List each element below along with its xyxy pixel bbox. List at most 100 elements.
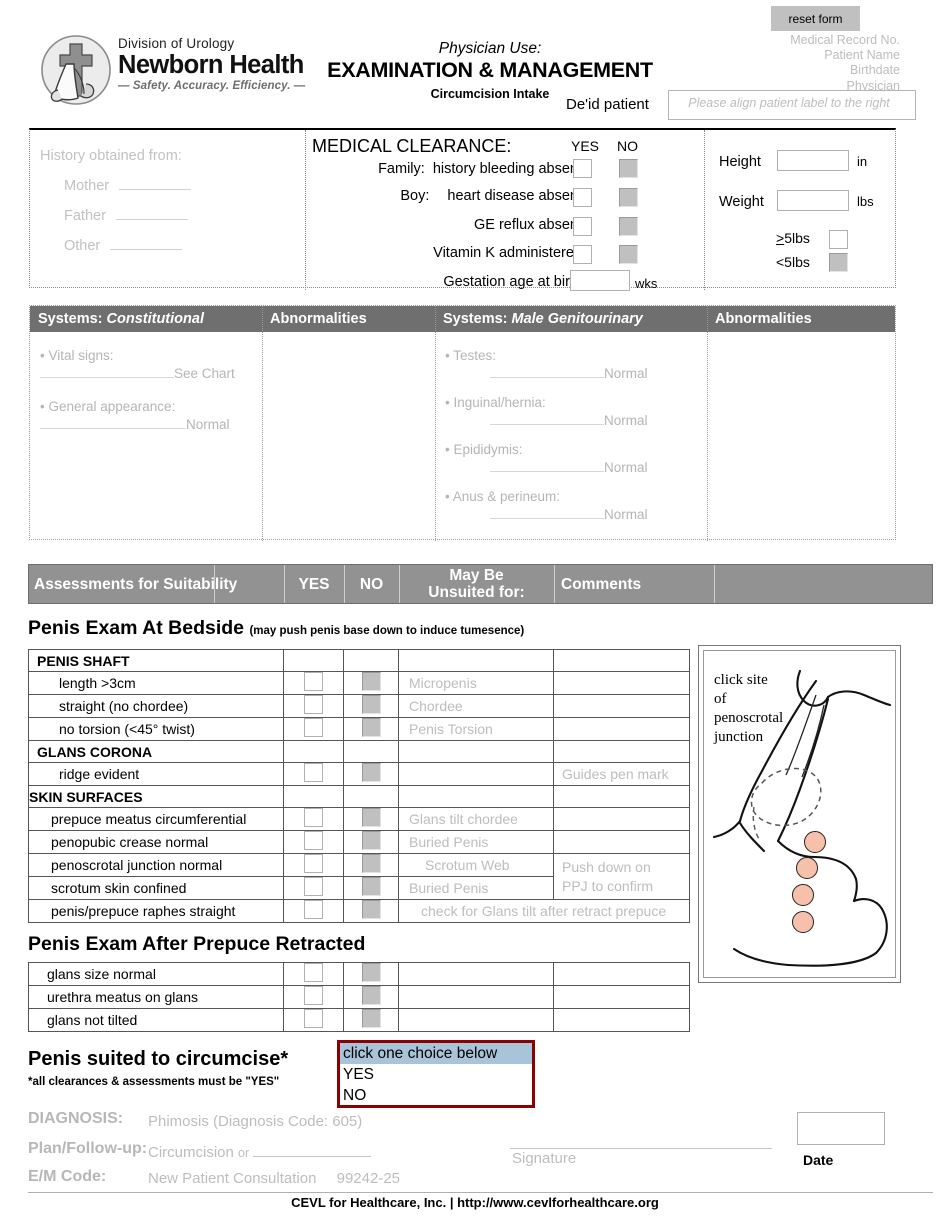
plan-value[interactable]: Circumcision (148, 1144, 234, 1161)
table-row: PENIS SHAFT (28, 649, 690, 672)
history-option-other[interactable]: Other (64, 236, 290, 254)
footer-divider (28, 1192, 933, 1193)
abnormalities-input-2[interactable] (707, 332, 895, 541)
penoscrotal-no-checkbox[interactable] (361, 854, 381, 873)
raphes-yes-checkbox[interactable] (304, 900, 323, 919)
urethra-meatus-no-checkbox[interactable] (361, 986, 381, 1005)
system-entry-blank[interactable] (490, 365, 604, 378)
system-entry-blank[interactable] (490, 412, 604, 425)
table-row: glans not tilted (28, 1008, 690, 1032)
unsuited-cell[interactable] (398, 985, 554, 1009)
prepuce-meatus-no-checkbox[interactable] (361, 808, 381, 827)
penoscrotal-hotspot-3[interactable] (792, 884, 814, 906)
penopubic-no-checkbox[interactable] (361, 831, 381, 850)
system-entry-blank[interactable] (40, 416, 186, 429)
ridge-yes-checkbox[interactable] (304, 763, 323, 782)
history-mother-line[interactable] (119, 176, 192, 190)
system-entry-label: • Anus & perineum: (445, 489, 561, 504)
comment-cell[interactable]: Guides pen mark (553, 762, 690, 786)
history-other-line[interactable] (110, 236, 183, 250)
weight-lt5-checkbox[interactable] (829, 253, 848, 272)
patient-label-input[interactable]: Please align patient label to the right (668, 90, 916, 120)
height-input[interactable] (777, 150, 849, 171)
system-entry-value: Normal (186, 417, 230, 432)
suited-select[interactable]: click one choice below YES NO (337, 1040, 535, 1108)
system-entry-blank[interactable] (40, 365, 174, 378)
clearance-family-no-checkbox[interactable] (619, 159, 638, 178)
row-label: length >3cm (28, 671, 284, 695)
glans-tilt-yes-checkbox[interactable] (304, 1009, 323, 1028)
comment-cell[interactable] (553, 671, 690, 695)
table-row: SKIN SURFACES (28, 785, 690, 808)
straight-no-checkbox[interactable] (361, 695, 381, 714)
diagnosis-value[interactable]: Phimosis (Diagnosis Code: 605) (148, 1113, 362, 1130)
comment-cell[interactable] (553, 962, 690, 986)
gestation-age-input[interactable] (570, 270, 630, 291)
penoscrotal-yes-checkbox[interactable] (304, 854, 323, 873)
penoscrotal-hotspot-1[interactable] (804, 831, 826, 853)
clearance-reflux-no-checkbox[interactable] (619, 217, 638, 236)
suited-option-yes[interactable]: YES (340, 1064, 532, 1085)
penoscrotal-hotspot-4[interactable] (792, 911, 814, 933)
unsuited-cell: Penis Torsion (398, 717, 554, 741)
row-label: glans not tilted (28, 1008, 284, 1032)
penopubic-yes-checkbox[interactable] (304, 831, 323, 850)
suited-option-prompt[interactable]: click one choice below (340, 1043, 532, 1064)
comment-cell[interactable] (553, 1008, 690, 1032)
clearance-vitamink-no-checkbox[interactable] (619, 245, 638, 264)
comment-cell[interactable] (553, 985, 690, 1009)
length-yes-checkbox[interactable] (304, 672, 323, 691)
ridge-no-checkbox[interactable] (361, 763, 381, 782)
no-cell (343, 830, 399, 854)
clearance-vitamink-yes-checkbox[interactable] (573, 245, 592, 264)
unsuited-cell[interactable] (398, 962, 554, 986)
row-label: straight (no chordee) (28, 694, 284, 718)
unsuited-cell[interactable] (398, 1008, 554, 1032)
yes-cell (283, 1008, 344, 1032)
signature-line[interactable] (510, 1148, 772, 1149)
system-entry-blank[interactable] (490, 459, 604, 472)
clearance-reflux-yes-checkbox[interactable] (573, 217, 592, 236)
suited-option-no[interactable]: NO (340, 1085, 532, 1106)
prepuce-meatus-yes-checkbox[interactable] (304, 808, 323, 827)
assessments-header-bar: Assessments for Suitability YES NO May B… (28, 564, 933, 604)
scrotum-yes-checkbox[interactable] (304, 877, 323, 896)
history-option-father[interactable]: Father (64, 206, 290, 224)
raphes-no-checkbox[interactable] (361, 900, 381, 919)
ppj-comment-line2: PPJ to confirm (562, 877, 654, 894)
em-code-value[interactable]: New Patient Consultation (148, 1170, 316, 1187)
glans-size-no-checkbox[interactable] (361, 963, 381, 982)
comment-cell[interactable] (553, 807, 690, 831)
clearance-heart-yes-checkbox[interactable] (573, 188, 592, 207)
clearance-heart-no-checkbox[interactable] (619, 188, 638, 207)
ppj-comment-cell[interactable]: Push down on PPJ to confirm (553, 853, 690, 900)
comment-cell[interactable] (553, 694, 690, 718)
assessments-title: Assessments for Suitability (34, 575, 238, 593)
assessments-no-header: NO (359, 575, 384, 593)
scrotum-no-checkbox[interactable] (361, 877, 381, 896)
comment-cell[interactable] (553, 717, 690, 741)
history-option-mother[interactable]: Mother (64, 176, 290, 194)
abnormalities-input-1[interactable] (262, 332, 435, 541)
torsion-yes-checkbox[interactable] (304, 718, 323, 737)
length-no-checkbox[interactable] (361, 672, 381, 691)
glans-size-yes-checkbox[interactable] (304, 963, 323, 982)
plan-other-input[interactable] (253, 1143, 372, 1157)
comment-cell[interactable] (553, 830, 690, 854)
weight-ge5-checkbox[interactable] (829, 230, 848, 249)
no-cell (343, 740, 399, 763)
glans-tilt-no-checkbox[interactable] (361, 1009, 381, 1028)
date-input[interactable] (797, 1112, 885, 1145)
penoscrotal-hotspot-2[interactable] (796, 857, 818, 879)
torsion-no-checkbox[interactable] (361, 718, 381, 737)
suited-note: *all clearances & assessments must be "Y… (28, 1076, 280, 1088)
straight-yes-checkbox[interactable] (304, 695, 323, 714)
clearance-family-yes-checkbox[interactable] (573, 159, 592, 178)
suited-title: Penis suited to circumcise* (28, 1048, 289, 1070)
unsuited-cell (398, 785, 554, 808)
history-father-line[interactable] (115, 206, 188, 220)
urethra-meatus-yes-checkbox[interactable] (304, 986, 323, 1005)
reset-form-button[interactable]: reset form (771, 6, 860, 31)
system-entry-blank[interactable] (490, 506, 604, 519)
weight-input[interactable] (777, 190, 849, 211)
